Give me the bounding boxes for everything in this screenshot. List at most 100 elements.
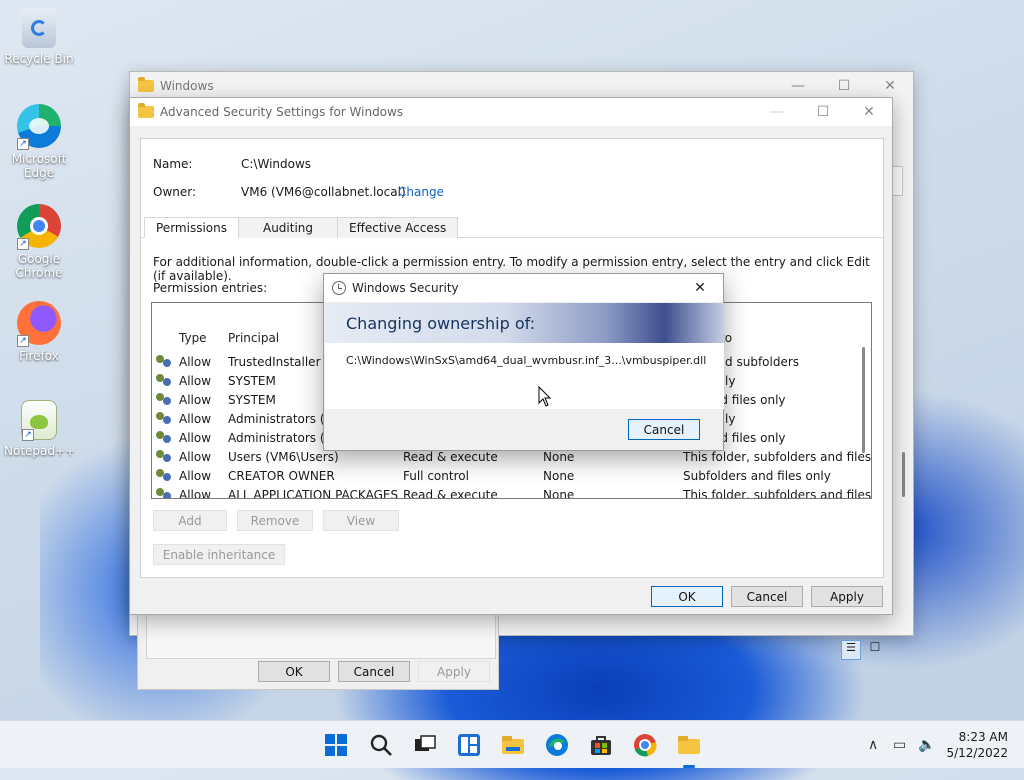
props-apply-button[interactable]: Apply [418,661,490,682]
maximize-icon[interactable]: ☐ [821,72,867,100]
cell-access: Read & execute [403,488,498,499]
cancel-button[interactable]: Cancel [731,586,803,607]
folder-icon [138,77,154,92]
cell-type: Allow [179,450,212,464]
cell-applies: This folder, subfolders and files [683,450,872,464]
cell-type: Allow [179,488,212,499]
clock-date: 5/12/2022 [946,746,1008,760]
explorer-titlebar[interactable]: Windows — ☐ ✕ [130,72,913,100]
chrome-icon: ↗ [17,204,61,250]
clock[interactable]: 8:23 AM 5/12/2022 [946,729,1008,761]
tab-auditing[interactable]: Auditing [237,217,339,238]
close-icon[interactable]: ✕ [867,72,913,100]
store-icon[interactable] [589,733,613,757]
file-explorer-icon[interactable] [501,733,525,757]
view-switcher: ☰ ☐ [841,640,885,660]
minimize-icon[interactable]: — [775,72,821,100]
desktop-icon-firefox[interactable]: ↗ Firefox [4,301,74,363]
column-header-principal[interactable]: Principal [228,331,279,345]
details-view-icon[interactable]: ☰ [841,640,861,660]
maximize-icon[interactable]: ☐ [800,98,846,126]
properties-panel [146,609,496,659]
clock-time: 8:23 AM [958,730,1008,744]
tab-effective-access[interactable]: Effective Access [337,217,459,238]
widgets-icon[interactable] [457,733,481,757]
change-owner-link[interactable]: Change [398,185,444,199]
users-icon [156,412,172,426]
shortcut-arrow-icon: ↗ [22,429,34,441]
advanced-titlebar[interactable]: Advanced Security Settings for Windows —… [130,98,892,126]
add-button[interactable]: Add [153,510,227,531]
desktop-icon-recycle-bin[interactable]: Recycle Bin [4,8,74,66]
folder-icon [138,103,154,118]
tab-permissions[interactable]: Permissions [144,217,239,238]
cell-type: Allow [179,431,212,445]
firefox-icon: ↗ [17,301,61,347]
table-row[interactable]: Allow CREATOR OWNER Full control None Subfol… [152,467,852,486]
security-titlebar[interactable]: Windows Security ✕ [324,274,723,302]
security-cancel-button[interactable]: Cancel [628,419,700,440]
cell-type: Allow [179,393,212,407]
name-value: C:\Windows [241,157,312,171]
props-ok-button[interactable]: OK [258,661,330,682]
windows-security-dialog: Windows Security ✕ Changing ownership of… [323,273,724,451]
desktop-icon-chrome[interactable]: ↗ Google Chrome [4,204,74,280]
permission-entries-label: Permission entries: [153,281,268,295]
scrollbar-thumb[interactable] [862,347,865,453]
cell-principal: CREATOR OWNER [228,469,335,483]
advanced-title: Advanced Security Settings for Windows [160,105,404,119]
users-icon [156,431,172,445]
network-icon[interactable]: ▭ [893,737,906,753]
users-icon [156,450,172,464]
users-icon [156,355,172,369]
taskbar: ∧ ▭ 🔈 8:23 AM 5/12/2022 [0,720,1024,768]
close-icon[interactable]: ✕ [677,274,723,302]
shortcut-arrow-icon: ↗ [17,238,29,250]
ok-button[interactable]: OK [651,586,723,607]
security-body: C:\Windows\WinSxS\amd64_dual_wvmbusr.inf… [325,343,724,409]
cell-applies: This folder, subfolders and files [683,488,872,499]
security-heading: Changing ownership of: [346,314,536,333]
desktop-icon-label: Recycle Bin [4,52,74,66]
edge-icon: ↗ [17,104,61,150]
tiles-view-icon[interactable]: ☐ [865,640,885,660]
table-row[interactable]: Allow ALL APPLICATION PACKAGES Read & exec… [152,486,871,499]
start-icon[interactable] [324,733,348,757]
desktop-icon-label: Microsoft Edge [11,152,67,180]
view-button[interactable]: View [323,510,399,531]
enable-inheritance-button[interactable]: Enable inheritance [153,544,285,565]
remove-button[interactable]: Remove [237,510,313,531]
cell-inherited: None [543,469,575,483]
cell-type: Allow [179,412,212,426]
minimize-icon[interactable]: — [754,98,800,126]
cell-access: Read & execute [403,450,498,464]
chrome-taskbar-icon[interactable] [633,733,657,757]
explorer-scrollbar-thumb[interactable] [902,452,905,497]
props-cancel-button[interactable]: Cancel [338,661,410,682]
column-header-type[interactable]: Type [179,331,207,345]
users-icon [156,374,172,388]
cell-principal: SYSTEM [228,393,276,407]
desktop-icon-edge[interactable]: ↗ Microsoft Edge [4,104,74,180]
mouse-cursor-icon [538,386,552,407]
owner-label: Owner: [153,185,197,199]
table-scrollbar[interactable] [857,325,869,495]
search-icon[interactable] [369,733,393,757]
cell-type: Allow [179,355,212,369]
folder-taskbar-icon[interactable] [677,733,701,757]
shortcut-arrow-icon: ↗ [17,335,29,347]
desktop-icon-label: Notepad++ [4,444,76,458]
volume-icon[interactable]: 🔈 [918,737,935,753]
desktop-icon-label: Google Chrome [15,252,63,280]
recycle-bin-icon [22,8,56,48]
cell-access: Full control [403,469,469,483]
edge-taskbar-icon[interactable] [545,733,569,757]
apply-button[interactable]: Apply [811,586,883,607]
chevron-up-icon[interactable]: ∧ [868,737,878,753]
desktop-icon-label: Firefox [19,349,59,363]
desktop-icon-notepadpp[interactable]: ↗ Notepad++ [4,400,76,458]
notepadpp-icon: ↗ [21,400,57,441]
close-icon[interactable]: ✕ [846,98,892,126]
explorer-title: Windows [160,79,214,93]
task-view-icon[interactable] [413,733,437,757]
